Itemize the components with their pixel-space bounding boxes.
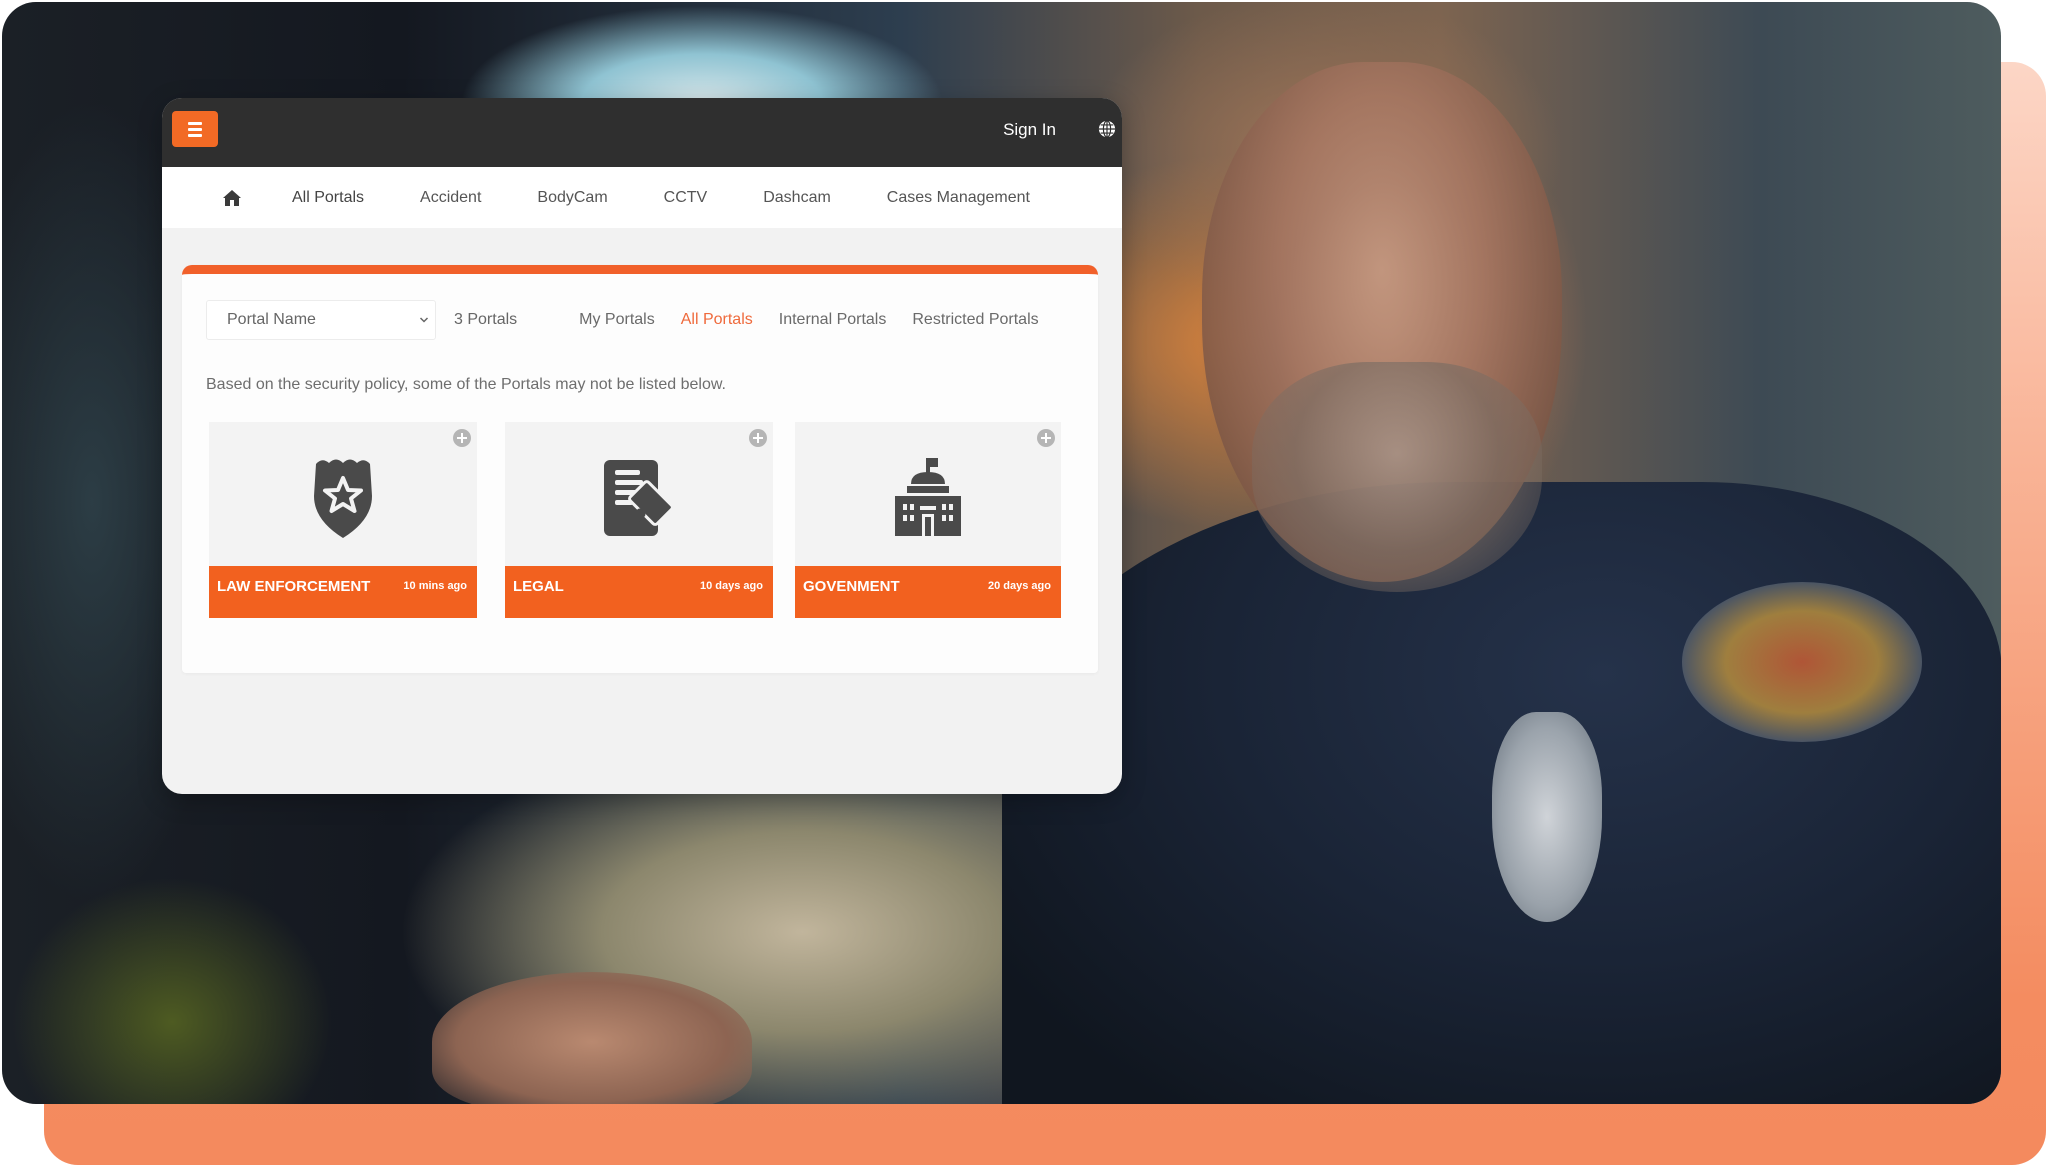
portal-tile-legal[interactable]: LEGAL 10 days ago <box>505 422 773 618</box>
portal-updated-time: 10 mins ago <box>403 580 467 592</box>
portal-filter-tabs: My Portals All Portals Internal Portals … <box>579 311 1038 329</box>
filter-row: Portal Name 3 Portals My Portals All Por… <box>206 300 1078 340</box>
nav-all-portals[interactable]: All Portals <box>292 189 364 207</box>
officer-hand <box>432 972 752 1104</box>
shoulder-patch <box>1682 582 1922 742</box>
portal-count: 3 Portals <box>454 311 518 328</box>
add-icon[interactable] <box>453 429 471 447</box>
nav-cases-management[interactable]: Cases Management <box>887 189 1030 207</box>
tab-my-portals[interactable]: My Portals <box>579 311 655 329</box>
nav-bodycam[interactable]: BodyCam <box>537 189 607 207</box>
portal-app-window: Sign In All Portals Accident BodyCam CCT… <box>162 98 1122 794</box>
security-notice: Based on the security policy, some of th… <box>206 376 726 393</box>
legal-document-gavel-icon <box>604 460 674 536</box>
add-icon[interactable] <box>749 429 767 447</box>
sign-in-link[interactable]: Sign In <box>1003 120 1056 140</box>
tab-internal-portals[interactable]: Internal Portals <box>779 311 887 329</box>
nav-accident[interactable]: Accident <box>420 189 481 207</box>
tile-footer: LEGAL 10 days ago <box>505 566 773 618</box>
portals-card: Portal Name 3 Portals My Portals All Por… <box>182 265 1098 673</box>
chevron-down-icon <box>419 317 429 323</box>
portal-updated-time: 20 days ago <box>988 580 1051 592</box>
chest-badge <box>1492 712 1602 922</box>
portal-tiles: LAW ENFORCEMENT 10 mins ago LEGAL 10 day… <box>209 422 1061 618</box>
home-icon[interactable] <box>222 188 242 208</box>
portal-name-select-value: Portal Name <box>227 311 316 328</box>
nav-dashcam[interactable]: Dashcam <box>763 189 831 207</box>
menu-button[interactable] <box>172 111 218 147</box>
officer-beard <box>1252 362 1542 592</box>
portal-tile-government[interactable]: GOVENMENT 20 days ago <box>795 422 1061 618</box>
portal-updated-time: 10 days ago <box>700 580 763 592</box>
tile-footer: GOVENMENT 20 days ago <box>795 566 1061 618</box>
add-icon[interactable] <box>1037 429 1055 447</box>
police-badge-icon <box>314 459 372 538</box>
top-header-bar: Sign In <box>162 98 1122 167</box>
main-navigation: All Portals Accident BodyCam CCTV Dashca… <box>162 167 1122 228</box>
hamburger-icon <box>188 121 202 125</box>
portal-name-select[interactable]: Portal Name <box>206 300 436 340</box>
portal-title: LEGAL <box>513 578 564 595</box>
portal-tile-law-enforcement[interactable]: LAW ENFORCEMENT 10 mins ago <box>209 422 477 618</box>
tab-restricted-portals[interactable]: Restricted Portals <box>912 311 1038 329</box>
globe-icon[interactable] <box>1098 120 1116 138</box>
government-building-icon <box>895 458 961 536</box>
nav-cctv[interactable]: CCTV <box>664 189 708 207</box>
tile-footer: LAW ENFORCEMENT 10 mins ago <box>209 566 477 618</box>
portal-title: LAW ENFORCEMENT <box>217 578 371 595</box>
portal-title: GOVENMENT <box>803 578 900 595</box>
tab-all-portals[interactable]: All Portals <box>681 311 753 329</box>
